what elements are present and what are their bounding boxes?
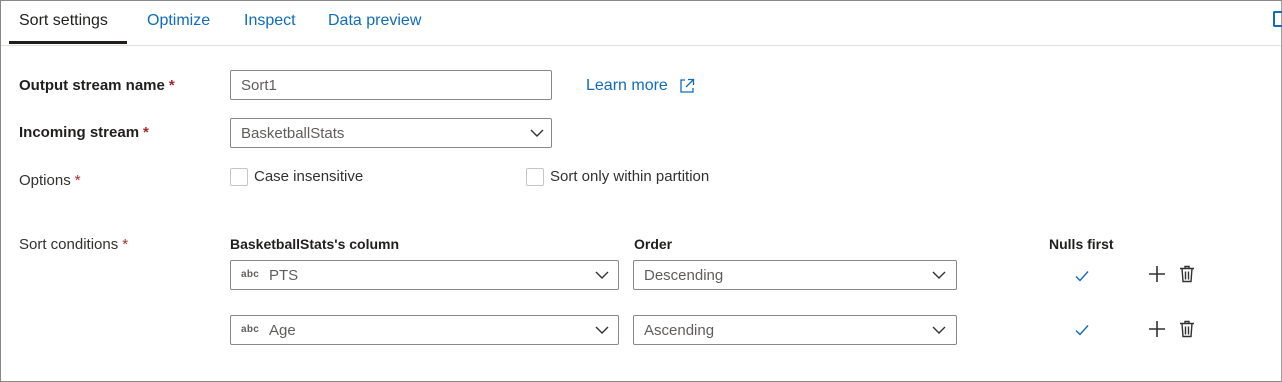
active-tab-indicator: [9, 41, 127, 44]
chevron-down-icon: [932, 271, 946, 279]
sort-order-value: Ascending: [644, 322, 715, 339]
tab-bar: Sort settings Optimize Inspect Data prev…: [1, 1, 1282, 46]
sort-column-dropdown[interactable]: abc Age: [230, 315, 619, 345]
sort-settings-panel: Sort settings Optimize Inspect Data prev…: [0, 0, 1282, 382]
nulls-first-checkbox[interactable]: [1073, 321, 1091, 339]
required-mark: *: [168, 77, 175, 94]
chevron-down-icon: [530, 129, 544, 137]
sort-order-value: Descending: [644, 267, 724, 284]
incoming-stream-dropdown[interactable]: BasketballStats: [230, 118, 552, 148]
learn-more-link[interactable]: Learn more: [586, 77, 668, 95]
options-label: Options *: [19, 172, 81, 189]
tab-sort-settings[interactable]: Sort settings: [19, 12, 108, 30]
nulls-first-header: Nulls first: [1049, 236, 1114, 252]
output-stream-label: Output stream name *: [19, 77, 175, 94]
delete-icon[interactable]: [1177, 319, 1197, 339]
tab-data-preview[interactable]: Data preview: [328, 12, 421, 30]
chevron-down-icon: [595, 271, 609, 279]
options-label-text: Options: [19, 172, 71, 189]
sort-order-dropdown[interactable]: Ascending: [633, 315, 957, 345]
column-header: BasketballStats's column: [230, 236, 400, 252]
chevron-down-icon: [932, 326, 946, 334]
sort-conditions-label: Sort conditions *: [19, 236, 128, 253]
delete-icon[interactable]: [1177, 264, 1197, 284]
sort-column-dropdown[interactable]: abc PTS: [230, 260, 619, 290]
tab-optimize[interactable]: Optimize: [147, 12, 210, 30]
chevron-down-icon: [595, 326, 609, 334]
output-stream-label-text: Output stream name: [19, 77, 165, 94]
required-mark: *: [74, 172, 81, 189]
add-icon[interactable]: [1147, 319, 1167, 339]
sort-order-dropdown[interactable]: Descending: [633, 260, 957, 290]
required-mark: *: [143, 124, 149, 141]
sort-within-partition-label: Sort only within partition: [550, 168, 710, 185]
panel-toggle-icon[interactable]: [1273, 11, 1282, 27]
output-stream-input[interactable]: [230, 70, 552, 100]
add-icon[interactable]: [1147, 264, 1167, 284]
required-mark: *: [122, 236, 129, 253]
incoming-stream-label-text: Incoming stream: [19, 124, 140, 141]
incoming-stream-label: Incoming stream *: [19, 124, 149, 141]
string-type-badge: abc: [241, 269, 260, 280]
open-external-icon[interactable]: [679, 78, 695, 94]
sort-column-value: Age: [269, 322, 296, 339]
sort-within-partition-checkbox[interactable]: [526, 168, 544, 186]
order-header: Order: [634, 236, 673, 252]
nulls-first-checkbox[interactable]: [1073, 267, 1091, 285]
case-insensitive-checkbox[interactable]: [230, 168, 248, 186]
tab-inspect[interactable]: Inspect: [244, 12, 296, 30]
incoming-stream-value: BasketballStats: [241, 125, 345, 142]
sort-column-value: PTS: [269, 267, 299, 284]
sort-conditions-label-text: Sort conditions: [19, 236, 119, 253]
string-type-badge: abc: [241, 324, 260, 335]
case-insensitive-label: Case insensitive: [254, 168, 364, 185]
